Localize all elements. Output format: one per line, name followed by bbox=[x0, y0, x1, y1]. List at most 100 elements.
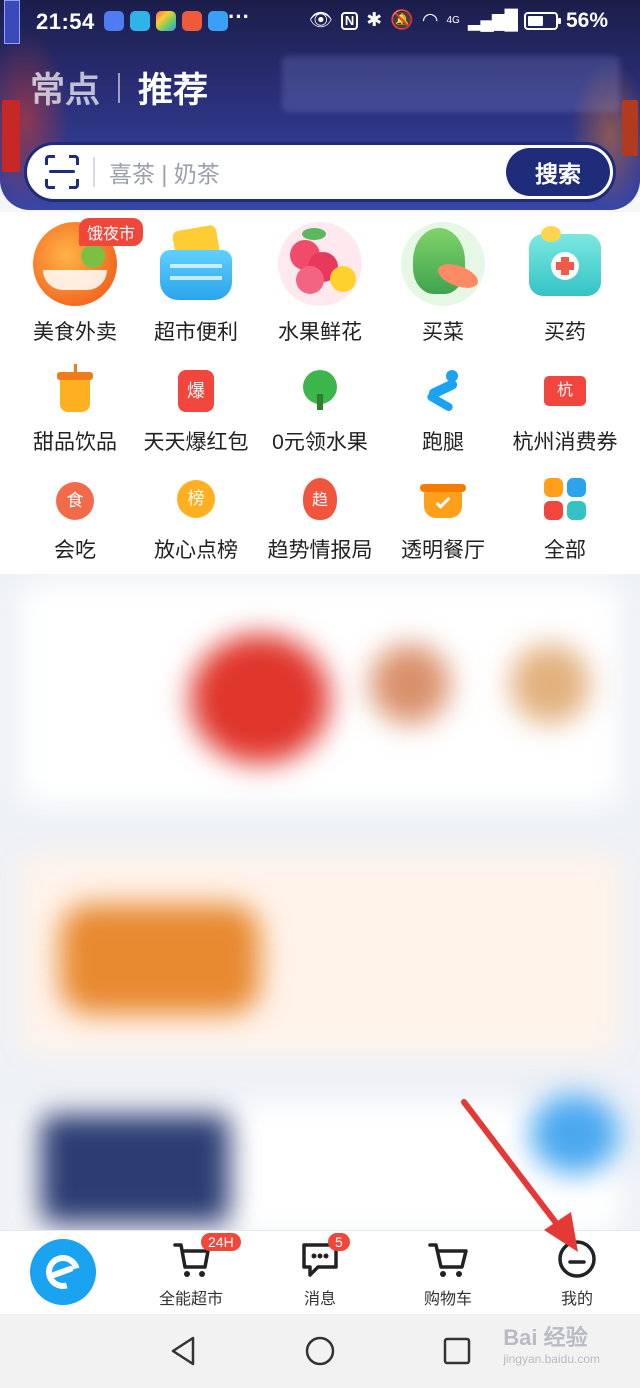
category-label: 超市便利 bbox=[154, 321, 238, 344]
category-trend-bureau[interactable]: 趋 趋势情报局 bbox=[256, 476, 384, 564]
category-label: 透明餐厅 bbox=[401, 539, 485, 562]
recents-square-icon[interactable] bbox=[442, 1336, 472, 1366]
trend-flame-icon: 趋 bbox=[297, 476, 343, 522]
bottom-navigation: 24H 全能超市 5 消息 购物车 我的 bbox=[0, 1230, 640, 1314]
home-circle-icon[interactable] bbox=[304, 1335, 336, 1367]
status-app-notifications bbox=[104, 11, 228, 31]
category-label: 美食外卖 bbox=[33, 321, 117, 344]
tree-icon bbox=[297, 368, 343, 414]
category-food-delivery[interactable]: 饿夜市 美食外卖 bbox=[11, 218, 144, 346]
category-label: 0元领水果 bbox=[272, 431, 368, 454]
nav-label: 我的 bbox=[560, 1291, 593, 1308]
app-notification-icon bbox=[208, 11, 228, 31]
blurred-product-image bbox=[190, 634, 330, 764]
category-free-fruit[interactable]: 0元领水果 bbox=[256, 368, 384, 456]
network-type: 4G bbox=[446, 15, 460, 26]
medicine-box-icon bbox=[523, 222, 607, 306]
blurred-product-image bbox=[60, 904, 260, 1014]
nav-profile[interactable]: 我的 bbox=[527, 1237, 627, 1309]
signal-icon: ▂▄▆█ bbox=[467, 10, 518, 31]
app-notification-icon bbox=[182, 11, 202, 31]
search-input[interactable]: 喜茶 | 奶茶 bbox=[109, 155, 506, 189]
red-packet-icon: 爆 bbox=[173, 368, 219, 414]
app-notification-icon bbox=[104, 11, 124, 31]
runner-icon bbox=[420, 368, 466, 414]
nav-messages[interactable]: 5 消息 bbox=[270, 1233, 370, 1309]
tab-frequent[interactable]: 常点 bbox=[30, 62, 100, 113]
battery-fill bbox=[527, 16, 543, 26]
fruit-flower-icon bbox=[278, 222, 362, 306]
category-label: 跑腿 bbox=[422, 431, 464, 454]
category-label: 天天爆红包 bbox=[143, 431, 249, 454]
blurred-product-image bbox=[40, 1114, 230, 1224]
status-more-icon: ··· bbox=[228, 4, 250, 29]
coupon-icon: 杭 bbox=[542, 368, 588, 414]
mute-bell-icon: 🔕 bbox=[390, 10, 414, 31]
blurred-product-image bbox=[530, 1094, 620, 1174]
header-sign-decoration bbox=[2, 100, 20, 172]
ranking-badge-icon: 榜 bbox=[173, 476, 219, 522]
header-tabs: 常点 推荐 bbox=[30, 62, 208, 113]
battery-icon bbox=[523, 12, 561, 30]
category-grid: 饿夜市 美食外卖 超市便利 水果鲜花 买菜 买药 甜品饮品 爆 天天爆红包 0元… bbox=[0, 212, 640, 574]
shopping-cart-icon bbox=[428, 1243, 468, 1277]
bluetooth-icon: ✱ bbox=[366, 10, 383, 31]
nav-label: 全能超市 bbox=[158, 1291, 223, 1308]
app-notification-icon bbox=[130, 11, 150, 31]
category-fruit-flower[interactable]: 水果鲜花 bbox=[256, 222, 384, 346]
status-time: 21:54 bbox=[36, 9, 95, 34]
search-bar[interactable]: 喜茶 | 奶茶 搜索 bbox=[24, 142, 616, 202]
category-hangzhou-coupon[interactable]: 杭 杭州消费券 bbox=[501, 368, 629, 456]
scan-icon[interactable] bbox=[45, 155, 79, 189]
supermarket-24h-badge: 24H bbox=[201, 1233, 241, 1251]
app-notification-icon bbox=[156, 11, 176, 31]
vegetables-icon bbox=[401, 222, 485, 306]
drink-cup-icon bbox=[52, 364, 98, 414]
nav-cart[interactable]: 购物车 bbox=[398, 1237, 498, 1309]
category-ranking[interactable]: 榜 放心点榜 bbox=[132, 476, 260, 564]
category-medicine[interactable]: 买药 bbox=[501, 222, 629, 346]
nav-home[interactable] bbox=[13, 1239, 113, 1305]
message-count-badge: 5 bbox=[328, 1233, 350, 1251]
profile-face-icon bbox=[558, 1240, 596, 1278]
category-label: 买菜 bbox=[422, 321, 464, 344]
category-label: 全部 bbox=[544, 539, 586, 562]
category-transparent-kitchen[interactable]: 透明餐厅 bbox=[379, 476, 507, 564]
eleme-home-icon bbox=[30, 1239, 96, 1305]
battery-percent: 56% bbox=[565, 9, 608, 32]
search-button[interactable]: 搜索 bbox=[506, 148, 610, 196]
category-errand[interactable]: 跑腿 bbox=[379, 368, 507, 456]
category-vegetables[interactable]: 买菜 bbox=[379, 222, 507, 346]
eye-icon: 👁 bbox=[308, 10, 333, 31]
tab-recommended[interactable]: 推荐 bbox=[138, 62, 208, 113]
tab-divider bbox=[118, 72, 121, 103]
header-blurred-area bbox=[282, 56, 620, 112]
header-banner: 21:54 ··· 👁 N ✱ 🔕 ◠ 4G ▂▄▆█ 56% 常点 推荐 喜茶… bbox=[0, 0, 640, 210]
header-sign-decoration bbox=[622, 100, 638, 156]
eat-bowl-icon: 食 bbox=[52, 476, 98, 522]
category-label: 会吃 bbox=[54, 539, 96, 562]
category-red-packet[interactable]: 爆 天天爆红包 bbox=[132, 368, 260, 456]
category-all[interactable]: 全部 bbox=[501, 476, 629, 564]
supermarket-basket-icon bbox=[154, 222, 238, 306]
blurred-product-image bbox=[510, 644, 590, 724]
category-supermarket[interactable]: 超市便利 bbox=[132, 222, 260, 346]
nav-label: 消息 bbox=[303, 1291, 336, 1308]
nfc-icon: N bbox=[340, 12, 359, 30]
transparent-kitchen-icon bbox=[420, 476, 466, 522]
category-label: 水果鲜花 bbox=[278, 321, 362, 344]
blurred-feed bbox=[0, 574, 640, 1230]
category-label: 趋势情报局 bbox=[267, 539, 373, 562]
watermark-brand: Bai 经验 bbox=[503, 1325, 588, 1350]
watermark-url: jingyan.baidu.com bbox=[503, 1352, 600, 1366]
category-label: 杭州消费券 bbox=[512, 431, 618, 454]
category-huichi[interactable]: 食 会吃 bbox=[11, 476, 139, 564]
category-label: 甜品饮品 bbox=[33, 431, 117, 454]
nav-label: 购物车 bbox=[423, 1291, 472, 1308]
back-icon[interactable] bbox=[168, 1334, 198, 1368]
category-dessert-drinks[interactable]: 甜品饮品 bbox=[11, 364, 139, 456]
wifi-icon: ◠ bbox=[421, 10, 439, 31]
search-divider bbox=[93, 157, 95, 187]
nav-supermarket[interactable]: 24H 全能超市 bbox=[141, 1233, 241, 1309]
all-grid-icon bbox=[542, 476, 588, 522]
